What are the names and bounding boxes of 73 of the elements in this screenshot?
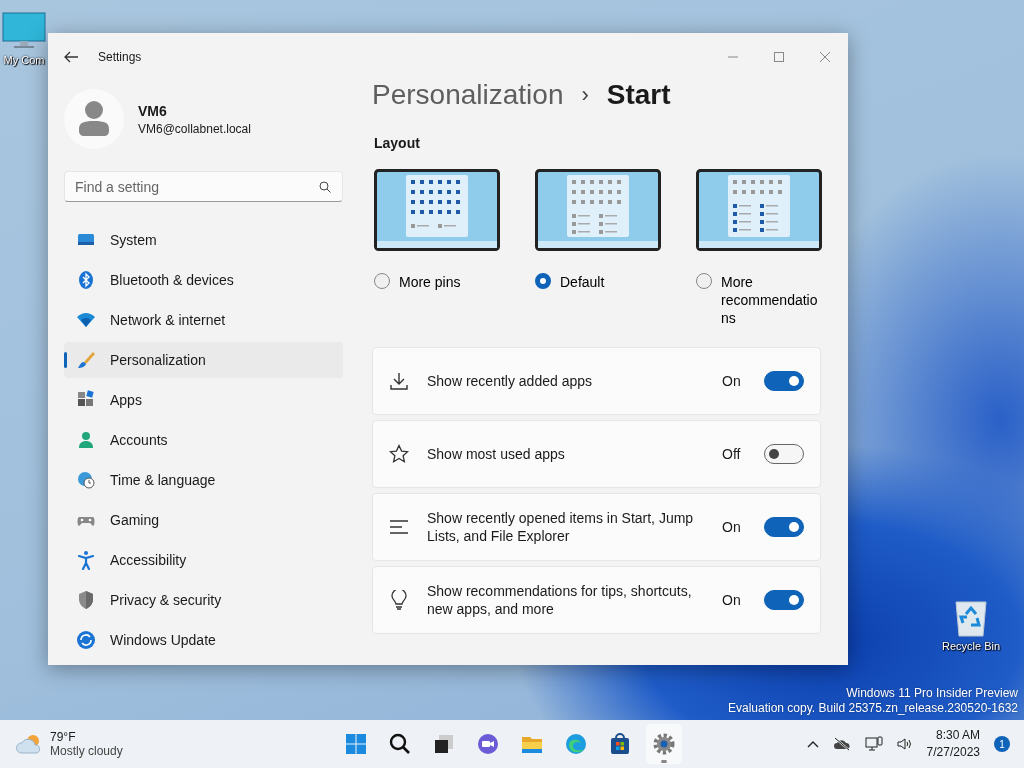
- nav-item[interactable]: Time & language: [64, 462, 343, 498]
- setting-label: Show recently opened items in Start, Jump Lists, and File Explorer: [427, 509, 695, 545]
- accounts-icon: [76, 430, 96, 450]
- shopping-bag-icon: [608, 732, 632, 756]
- search-icon: [388, 732, 412, 756]
- start-layout-preview-drawing[interactable]: [696, 169, 822, 251]
- nav-item[interactable]: Gaming: [64, 502, 343, 538]
- breadcrumb-separator: ›: [581, 82, 589, 108]
- desktop-icon-label[interactable]: Recycle Bin: [942, 640, 1001, 652]
- toggle-state: On: [722, 373, 742, 389]
- video-camera-icon: [476, 732, 500, 756]
- network-icon[interactable]: [864, 736, 883, 752]
- toggle-state: On: [722, 519, 742, 535]
- overlapping-squares-icon: [432, 732, 456, 756]
- start-layout-preview-drawing[interactable]: [535, 169, 661, 251]
- nav-item[interactable]: Privacy & security: [64, 582, 343, 618]
- windows-logo-icon: [344, 732, 368, 756]
- nav-item[interactable]: Network & internet: [64, 302, 343, 338]
- person-silhouette-icon: [79, 101, 109, 137]
- search-field[interactable]: Find a setting: [64, 171, 343, 202]
- download-icon: [389, 371, 409, 391]
- nav-item[interactable]: Bluetooth & devices: [64, 262, 343, 298]
- section-heading: Layout: [374, 135, 421, 151]
- window-title: Settings: [98, 50, 142, 64]
- notification-badge[interactable]: 1: [994, 736, 1010, 752]
- update-icon: [76, 630, 96, 650]
- speaker-icon[interactable]: [896, 737, 913, 751]
- nav-item[interactable]: System: [64, 222, 343, 258]
- privacy-icon: [76, 590, 96, 610]
- close-icon: [820, 52, 830, 62]
- toggle-switch[interactable]: [764, 590, 804, 610]
- toggle-switch[interactable]: [764, 444, 804, 464]
- breadcrumb-link[interactable]: Personalization: [372, 79, 564, 111]
- time-icon: [76, 470, 96, 490]
- toggle-state: On: [722, 592, 742, 608]
- watermark-text: Evaluation copy. Build 25375.zn_release.230520-1632: [728, 701, 1018, 716]
- gear-icon: [652, 732, 676, 756]
- personalization-icon: [76, 350, 96, 370]
- accessibility-icon: [76, 550, 96, 570]
- cloud-off-icon[interactable]: [832, 737, 851, 751]
- nav-item[interactable]: Accessibility: [64, 542, 343, 578]
- weather-condition[interactable]: Mostly cloudy: [50, 744, 123, 758]
- nav-item[interactable]: Apps: [64, 382, 343, 418]
- toggle-switch[interactable]: [764, 371, 804, 391]
- page-title: Start: [606, 79, 671, 111]
- chevron-up-icon[interactable]: [806, 740, 819, 748]
- nav-item[interactable]: Personalization: [64, 342, 343, 378]
- search-icon: [319, 181, 331, 193]
- user-name: VM6: [138, 102, 168, 119]
- toggle-state: Off: [722, 446, 742, 462]
- setting-label: Show recommendations for tips, shortcuts, new apps, and more: [427, 582, 693, 618]
- user-email: VM6@collabnet.local: [138, 121, 251, 136]
- start-layout-preview-drawing[interactable]: [374, 169, 500, 251]
- clock-time[interactable]: 8:30 AM: [935, 727, 980, 744]
- setting-label: Show most used apps: [427, 445, 566, 463]
- maximize-icon: [774, 52, 784, 62]
- setting-label: Show recently added apps: [427, 372, 593, 390]
- layout-radio[interactable]: Default: [535, 273, 661, 291]
- layout-radio[interactable]: More pins: [374, 273, 500, 291]
- star-icon: [389, 444, 409, 464]
- layout-radio[interactable]: More recommendations: [696, 273, 822, 327]
- nav-item[interactable]: Accounts: [64, 422, 343, 458]
- temperature[interactable]: 79°F: [50, 730, 123, 744]
- bluetooth-icon: [76, 270, 96, 290]
- watermark-text: Windows 11 Pro Insider Preview: [846, 686, 1018, 701]
- clock-date[interactable]: 7/27/2023: [926, 744, 980, 761]
- recycle-bin-icon[interactable]: [953, 598, 990, 638]
- list-icon: [389, 517, 409, 537]
- nav-item[interactable]: Windows Update: [64, 622, 343, 658]
- swirl-logo-icon: [564, 732, 588, 756]
- settings-button[interactable]: [646, 724, 682, 764]
- lightbulb-icon: [389, 590, 409, 610]
- toggle-switch[interactable]: [764, 517, 804, 537]
